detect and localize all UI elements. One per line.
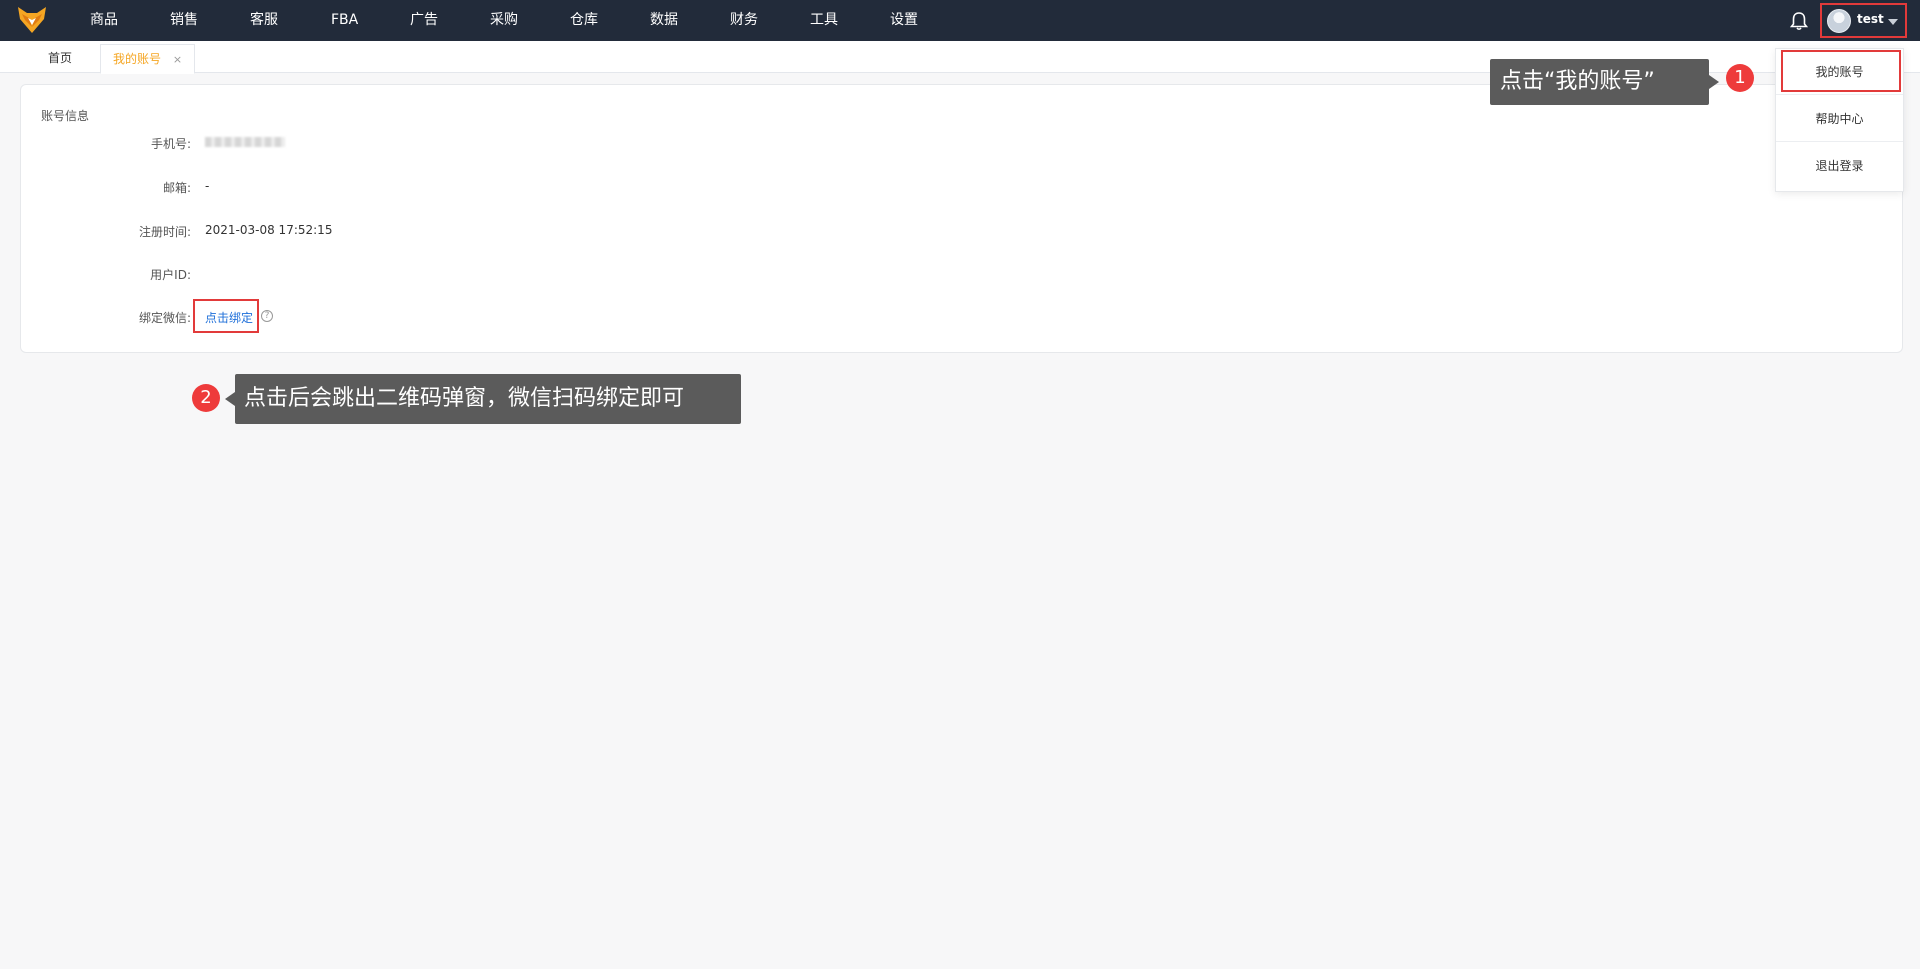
wechat-bind-label: 绑定微信:	[138, 311, 191, 325]
tab-my-account-label: 我的账号	[113, 52, 162, 66]
user-menu-toggle[interactable]: test	[1820, 3, 1907, 38]
tab-my-account[interactable]: 我的账号 ×	[100, 44, 196, 74]
phone-value-masked	[205, 137, 285, 147]
menu-item-logout[interactable]: 退出登录	[1776, 143, 1903, 189]
fox-logo-icon[interactable]	[18, 7, 46, 33]
my-account-highlight	[1781, 50, 1901, 92]
nav-item-sales[interactable]: 销售	[170, 0, 198, 41]
card-title: 账号信息	[41, 109, 90, 123]
user-name: test	[1857, 12, 1884, 26]
email-value: -	[205, 179, 210, 193]
close-icon[interactable]: ×	[173, 46, 182, 74]
avatar	[1827, 9, 1851, 33]
nav-item-tools[interactable]: 工具	[810, 0, 838, 41]
nav-item-purchase[interactable]: 采购	[490, 0, 518, 41]
nav-item-settings[interactable]: 设置	[890, 0, 918, 41]
tab-home[interactable]: 首页	[36, 44, 84, 74]
step-badge-2: 2	[192, 384, 220, 412]
bell-icon[interactable]	[1790, 11, 1808, 31]
register-time-value: 2021-03-08 17:52:15	[205, 223, 333, 237]
nav-item-warehouse[interactable]: 仓库	[570, 0, 598, 41]
caret-down-icon	[1888, 19, 1898, 25]
nav-item-customer-service[interactable]: 客服	[250, 0, 278, 41]
callout-step-1: 点击“我的账号”	[1490, 59, 1719, 105]
user-id-label: 用户ID:	[150, 268, 191, 282]
menu-item-help-center[interactable]: 帮助中心	[1776, 96, 1903, 142]
account-info-card: 账号信息 手机号: 邮箱: - 注册时间: 2021-03-08 17:52:1…	[20, 84, 1903, 353]
callout-step-2: 点击后会跳出二维码弹窗，微信扫码绑定即可	[225, 374, 741, 424]
nav-item-products[interactable]: 商品	[90, 0, 118, 41]
nav-item-finance[interactable]: 财务	[730, 0, 758, 41]
nav-item-ads[interactable]: 广告	[410, 0, 438, 41]
nav-item-data[interactable]: 数据	[650, 0, 678, 41]
nav-item-fba[interactable]: FBA	[331, 0, 358, 41]
question-circle-icon[interactable]: ?	[261, 310, 273, 322]
step-badge-1: 1	[1726, 64, 1754, 92]
phone-label: 手机号:	[150, 137, 191, 151]
email-label: 邮箱:	[162, 181, 191, 195]
wechat-bind-link[interactable]: 点击绑定	[205, 309, 253, 326]
top-navigation-bar: 商品 销售 客服 FBA 广告 采购 仓库 数据 财务 工具 设置 test	[0, 0, 1920, 41]
register-time-label: 注册时间:	[138, 225, 191, 239]
